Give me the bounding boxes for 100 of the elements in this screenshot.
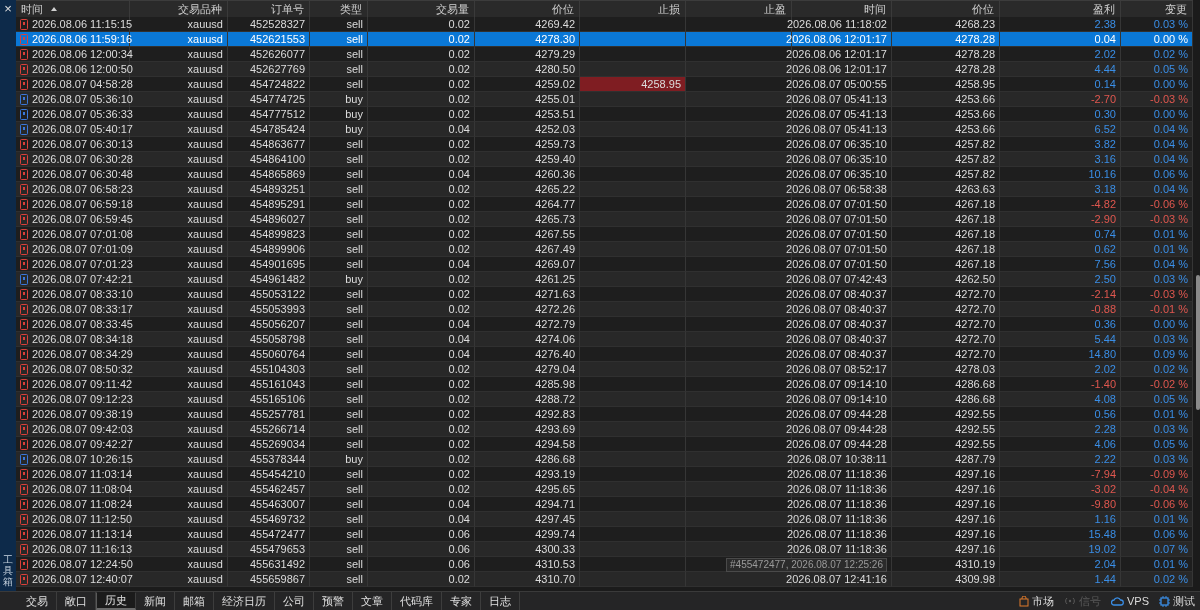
- table-cell: 2026.08.07 06:30:28: [32, 153, 133, 165]
- status-label: 测试: [1173, 593, 1195, 609]
- tab[interactable]: 经济日历: [214, 592, 275, 610]
- chip-icon: [1159, 595, 1170, 607]
- table-row[interactable]: 2026.08.07 11:13:14 xauusd 455472477 sell 0.06 4299.74 2026.08.07 11:18:36 4297.16 15.48 0.06 %: [16, 527, 1193, 542]
- tab[interactable]: 文章: [353, 592, 392, 610]
- table-cell: 2026.08.07 09:44:28: [786, 408, 887, 420]
- table-cell: 2026.08.07 11:18:36: [786, 468, 887, 480]
- table-cell: 2026.08.07 09:42:03: [32, 423, 133, 435]
- table-cell: 2026.08.07 06:30:48: [32, 168, 133, 180]
- table-row[interactable]: 2026.08.07 07:01:08 xauusd 454899823 sell 0.02 4267.55 2026.08.07 07:01:50 4267.18 0.74 0.01 %: [16, 227, 1193, 242]
- table-row[interactable]: 2026.08.07 06:58:23 xauusd 454893251 sell 0.02 4265.22 2026.08.07 06:58:38 4263.63 3.18 0.04 %: [16, 182, 1193, 197]
- status-button[interactable]: VPS: [1106, 592, 1154, 610]
- table-row[interactable]: 2026.08.07 11:12:50 xauusd 455469732 sell 0.04 4297.45 2026.08.07 11:18:36 4297.16 1.16 0.01 %: [16, 512, 1193, 527]
- table-row[interactable]: 2026.08.07 04:58:28 xauusd 454724822 sell 0.02 4259.02 4258.95 2026.08.07 05:00:55 4258.95 0.14 0.00 %: [16, 77, 1193, 92]
- table-cell: 2026.08.07 06:59:45: [32, 213, 133, 225]
- table-row[interactable]: 2026.08.07 06:59:18 xauusd 454895291 sell 0.02 4264.77 2026.08.07 07:01:50 4267.18 -4.82 -0.06 %: [16, 197, 1193, 212]
- table-cell: 2026.08.07 07:01:50: [786, 228, 887, 240]
- table-row[interactable]: 2026.08.07 05:36:33 xauusd 454777512 buy 0.02 4253.51 2026.08.07 05:41:13 4253.66 0.30 0.00 %: [16, 107, 1193, 122]
- table-cell: 2026.08.07 08:34:18: [32, 333, 133, 345]
- tab[interactable]: 交易: [18, 592, 57, 610]
- table-row[interactable]: 2026.08.07 06:30:13 xauusd 454863677 sell 0.02 4259.73 2026.08.07 06:35:10 4257.82 3.82 0.04 %: [16, 137, 1193, 152]
- table-row[interactable]: 2026.08.06 11:15:15 xauusd 452528327 sell 0.02 4269.42 2026.08.06 11:18:02 4268.23 2.38 0.03 %: [16, 17, 1193, 32]
- table-cell: 2026.08.07 06:58:23: [32, 183, 133, 195]
- table-cell: 2026.08.07 08:40:37: [786, 303, 887, 315]
- table-cell: 2026.08.07 11:08:24: [32, 498, 133, 510]
- table-row[interactable]: 2026.08.07 07:01:09 xauusd 454899906 sell 0.02 4267.49 2026.08.07 07:01:50 4267.18 0.62 0.01 %: [16, 242, 1193, 257]
- table-row[interactable]: 2026.08.07 11:16:13 xauusd 455479653 sell 0.06 4300.33 2026.08.07 11:18:36 4297.16 19.02 0.07 %: [16, 542, 1193, 557]
- table-cell: 2026.08.07 09:42:27: [32, 438, 133, 450]
- table-cell: 2026.08.07 08:33:10: [32, 288, 133, 300]
- scrollbar-thumb[interactable]: [1196, 275, 1200, 410]
- close-icon[interactable]: ×: [4, 2, 12, 15]
- table-row[interactable]: 2026.08.07 11:08:04 xauusd 455462457 sell 0.02 4295.65 2026.08.07 11:18:36 4297.16 -3.02 -0.04 %: [16, 482, 1193, 497]
- table-cell: 2026.08.07 11:03:14: [32, 468, 133, 480]
- status-button[interactable]: 市场: [1014, 592, 1059, 610]
- tab[interactable]: 公司: [275, 592, 314, 610]
- table-row[interactable]: 2026.08.06 12:00:50 xauusd 452627769 sell 0.02 4280.50 2026.08.06 12:01:17 4278.28 4.44 0.05 %: [16, 62, 1193, 77]
- table-cell: 2026.08.07 07:42:21: [32, 273, 133, 285]
- table-cell: 2026.08.07 11:18:36: [786, 483, 887, 495]
- status-button[interactable]: 测试: [1154, 592, 1200, 610]
- table-row[interactable]: 2026.08.06 12:00:34 xauusd 452626077 sell 0.02 4279.29 2026.08.06 12:01:17 4278.28 2.02 0.02 %: [16, 47, 1193, 62]
- status-label: VPS: [1127, 595, 1149, 607]
- tab[interactable]: 历史: [96, 592, 136, 610]
- table-row[interactable]: 2026.08.07 08:33:10 xauusd 455053122 sell 0.02 4271.63 2026.08.07 08:40:37 4272.70 -2.14 -0.03 %: [16, 287, 1193, 302]
- table-row[interactable]: 2026.08.07 08:50:32 xauusd 455104303 sell 0.02 4279.04 2026.08.07 08:52:17 4278.03 2.02 0.02 %: [16, 362, 1193, 377]
- table-cell: 2026.08.07 06:58:38: [786, 183, 887, 195]
- table-cell: 455659867: [228, 572, 310, 587]
- table-row[interactable]: 2026.08.07 12:24:50 xauusd 455631492 sell 0.06 4310.53 #455472477, 2026.08.07 12:25:26 4310.19 2.04 0.01 %: [16, 557, 1193, 572]
- table-row[interactable]: 2026.08.07 08:34:29 xauusd 455060764 sell 0.04 4276.40 2026.08.07 08:40:37 4272.70 14.80 0.09 %: [16, 347, 1193, 362]
- table-cell: 2026.08.07 11:18:36: [786, 513, 887, 525]
- table-row[interactable]: 2026.08.07 08:34:18 xauusd 455058798 sell 0.04 4274.06 2026.08.07 08:40:37 4272.70 5.44 0.03 %: [16, 332, 1193, 347]
- table-cell: 2026.08.07 09:14:10: [786, 393, 887, 405]
- table-cell: 2026.08.07 11:16:13: [32, 543, 133, 555]
- table-row[interactable]: 2026.08.07 09:42:03 xauusd 455266714 sell 0.02 4293.69 2026.08.07 09:44:28 4292.55 2.28 0.03 %: [16, 422, 1193, 437]
- table-cell: 2026.08.07 05:36:33: [32, 108, 133, 120]
- table-row[interactable]: 2026.08.07 07:01:23 xauusd 454901695 sell 0.04 4269.07 2026.08.07 07:01:50 4267.18 7.56 0.04 %: [16, 257, 1193, 272]
- table-cell: 2026.08.06 11:15:15: [32, 18, 133, 30]
- table-cell: 2026.08.07 09:14:10: [786, 378, 887, 390]
- table-cell: 2026.08.07 09:38:19: [32, 408, 133, 420]
- toolbox-label[interactable]: 工具箱: [3, 554, 13, 587]
- table-cell: 2026.08.07 07:01:50: [786, 243, 887, 255]
- tab[interactable]: 代码库: [392, 592, 442, 610]
- table-row[interactable]: 2026.08.07 05:36:10 xauusd 454774725 buy 0.02 4255.01 2026.08.07 05:41:13 4253.66 -2.70 -0.03 %: [16, 92, 1193, 107]
- tab[interactable]: 预警: [314, 592, 353, 610]
- table-cell: 2026.08.07 08:50:32: [32, 363, 133, 375]
- table-row[interactable]: 2026.08.07 08:33:17 xauusd 455053993 sell 0.02 4272.26 2026.08.07 08:40:37 4272.70 -0.88 -0.01 %: [16, 302, 1193, 317]
- tab[interactable]: 新闻: [136, 592, 175, 610]
- table-row[interactable]: 2026.08.07 09:12:23 xauusd 455165106 sell 0.02 4288.72 2026.08.07 09:14:10 4286.68 4.08 0.05 %: [16, 392, 1193, 407]
- table-cell: 2026.08.07 08:34:29: [32, 348, 133, 360]
- table-row[interactable]: 2026.08.07 06:30:48 xauusd 454865869 sell 0.04 4260.36 2026.08.07 06:35:10 4257.82 10.16 0.06 %: [16, 167, 1193, 182]
- table-cell: sell: [310, 572, 368, 587]
- table-row[interactable]: 2026.08.07 11:03:14 xauusd 455454210 sell 0.02 4293.19 2026.08.07 11:18:36 4297.16 -7.94 -0.09 %: [16, 467, 1193, 482]
- table-row[interactable]: 2026.08.07 09:11:42 xauusd 455161043 sell 0.02 4285.98 2026.08.07 09:14:10 4286.68 -1.40 -0.02 %: [16, 377, 1193, 392]
- table-cell: 2026.08.06 12:00:50: [32, 63, 133, 75]
- table-row[interactable]: 2026.08.07 06:59:45 xauusd 454896027 sell 0.02 4265.73 2026.08.07 07:01:50 4267.18 -2.90 -0.03 %: [16, 212, 1193, 227]
- table-cell: 2026.08.07 12:24:50: [32, 558, 133, 570]
- table-row[interactable]: 2026.08.07 10:26:15 xauusd 455378344 buy 0.02 4286.68 2026.08.07 10:38:11 4287.79 2.22 0.03 %: [16, 452, 1193, 467]
- table-row[interactable]: 2026.08.07 06:30:28 xauusd 454864100 sell 0.02 4259.40 2026.08.07 06:35:10 4257.82 3.16 0.04 %: [16, 152, 1193, 167]
- table-row[interactable]: 2026.08.07 08:33:45 xauusd 455056207 sell 0.04 4272.79 2026.08.07 08:40:37 4272.70 0.36 0.00 %: [16, 317, 1193, 332]
- table-cell: 0.02: [368, 572, 475, 587]
- table-row[interactable]: 2026.08.07 09:42:27 xauusd 455269034 sell 0.02 4294.58 2026.08.07 09:44:28 4292.55 4.06 0.05 %: [16, 437, 1193, 452]
- table-cell: 2026.08.06 11:18:02: [786, 18, 887, 30]
- table-row[interactable]: 2026.08.07 11:08:24 xauusd 455463007 sell 0.04 4294.71 2026.08.07 11:18:36 4297.16 -9.80 -0.06 %: [16, 497, 1193, 512]
- tab[interactable]: 专家: [442, 592, 481, 610]
- tab[interactable]: 日志: [481, 592, 520, 610]
- table-cell: 2026.08.07 11:13:14: [32, 528, 133, 540]
- table-cell: 2026.08.07 06:30:13: [32, 138, 133, 150]
- table-cell: 4258.95: [580, 77, 686, 92]
- table-cell: 2026.08.07 05:40:17: [32, 123, 133, 135]
- tab[interactable]: 邮箱: [175, 592, 214, 610]
- table-row[interactable]: 2026.08.07 05:40:17 xauusd 454785424 buy 0.04 4252.03 2026.08.07 05:41:13 4253.66 6.52 0.04 %: [16, 122, 1193, 137]
- table-row[interactable]: 2026.08.07 12:40:07 xauusd 455659867 sell 0.02 4310.70 2026.08.07 12:41:16 4309.98 1.44 0.02 %: [16, 572, 1193, 587]
- table-cell: 2026.08.07 08:33:45: [32, 318, 133, 330]
- table-cell: 2026.08.07 05:41:13: [786, 123, 887, 135]
- table-row[interactable]: 2026.08.07 09:38:19 xauusd 455257781 sell 0.02 4292.83 2026.08.07 09:44:28 4292.55 0.56 0.01 %: [16, 407, 1193, 422]
- table-cell: 2026.08.07 09:44:28: [786, 438, 887, 450]
- table-cell: 2026.08.07 07:01:09: [32, 243, 133, 255]
- table-cell: 2026.08.07 10:26:15: [32, 453, 133, 465]
- table-cell: 2026.08.07 07:01:08: [32, 228, 133, 240]
- table-row[interactable]: 2026.08.07 07:42:21 xauusd 454961482 buy 0.02 4261.25 2026.08.07 07:42:43 4262.50 2.50 0.03 %: [16, 272, 1193, 287]
